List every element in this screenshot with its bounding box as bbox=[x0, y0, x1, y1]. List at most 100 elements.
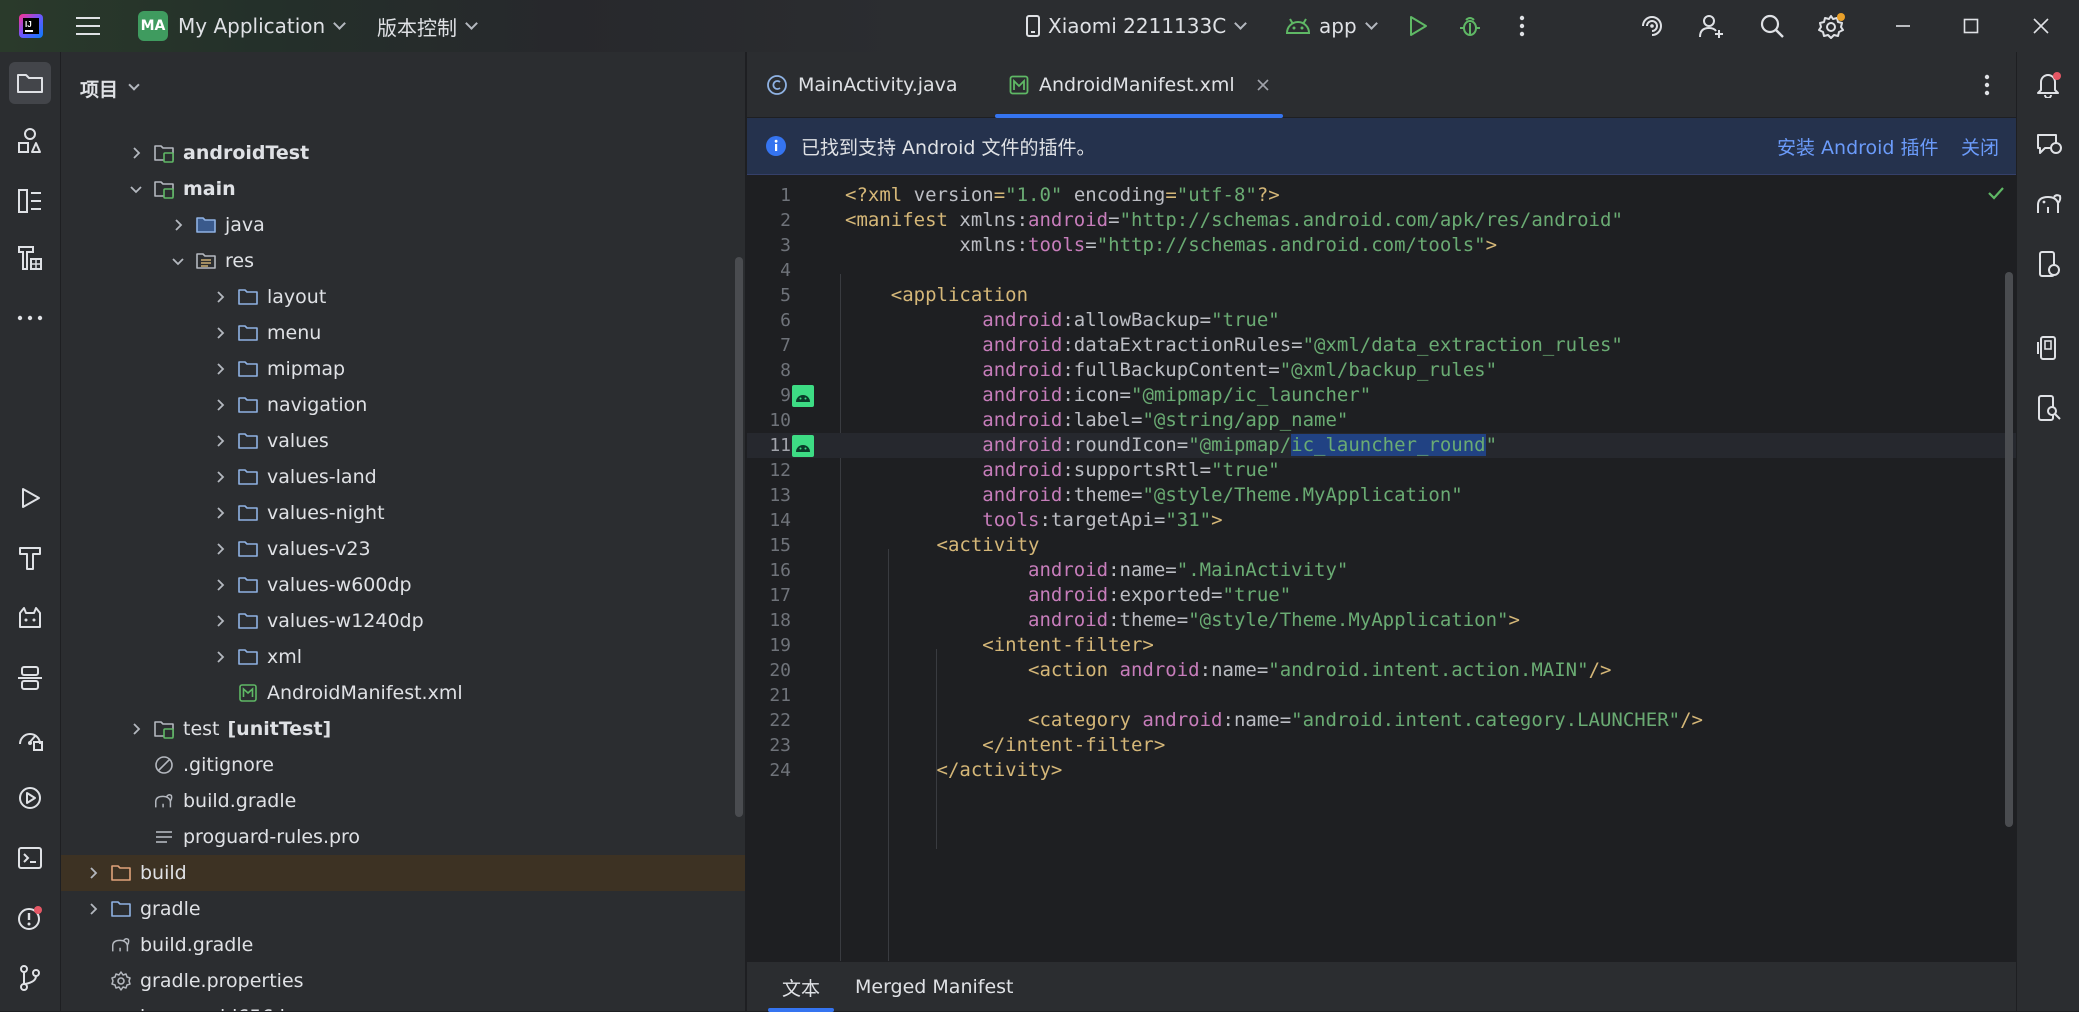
profiler-icon[interactable] bbox=[9, 717, 51, 759]
close-tab-icon[interactable] bbox=[1257, 79, 1269, 91]
tree-item[interactable]: build.gradle bbox=[61, 927, 745, 963]
code-line[interactable]: 5 <application bbox=[747, 283, 2016, 308]
more-actions-icon[interactable] bbox=[1508, 0, 1536, 52]
chevron-right-icon[interactable] bbox=[129, 722, 143, 736]
code-line[interactable]: 17 android:exported="true" bbox=[747, 583, 2016, 608]
device-selector[interactable]: Xiaomi 2211133C bbox=[1026, 0, 1248, 52]
code-line[interactable]: 11 android:roundIcon="@mipmap/ic_launche… bbox=[747, 433, 2016, 458]
gradle-elephant-icon[interactable] bbox=[2028, 183, 2070, 225]
project-selector[interactable]: MA My Application bbox=[138, 0, 347, 52]
code-line[interactable]: 7 android:dataExtractionRules="@xml/data… bbox=[747, 333, 2016, 358]
code-line[interactable]: 10 android:label="@string/app_name" bbox=[747, 408, 2016, 433]
chevron-right-icon[interactable] bbox=[171, 218, 185, 232]
tree-item[interactable]: values-w1240dp bbox=[61, 603, 745, 639]
chevron-right-icon[interactable] bbox=[213, 326, 227, 340]
code-line[interactable]: 24 </activity> bbox=[747, 758, 2016, 783]
no-problems-check-icon[interactable] bbox=[1987, 186, 2005, 200]
code-line[interactable]: 19 <intent-filter> bbox=[747, 633, 2016, 658]
vcs-selector[interactable]: 版本控制 bbox=[377, 0, 478, 52]
tree-item[interactable]: gradle bbox=[61, 891, 745, 927]
tree-item[interactable]: .gitignore bbox=[61, 747, 745, 783]
chevron-down-icon[interactable] bbox=[171, 254, 185, 268]
editor-scrollbar[interactable] bbox=[2005, 272, 2013, 827]
tree-item[interactable]: androidTest bbox=[61, 135, 745, 171]
running-devices-icon[interactable] bbox=[2028, 327, 2070, 369]
code-line[interactable]: 21 bbox=[747, 683, 2016, 708]
search-icon[interactable] bbox=[1756, 0, 1788, 52]
notifications-bell-icon[interactable] bbox=[2028, 63, 2070, 105]
add-user-icon[interactable] bbox=[1696, 0, 1728, 52]
tab-merged-manifest[interactable]: Merged Manifest bbox=[855, 962, 1014, 1012]
tree-item[interactable]: values bbox=[61, 423, 745, 459]
services-icon[interactable] bbox=[9, 777, 51, 819]
gemini-chat-icon[interactable] bbox=[2028, 123, 2070, 165]
tree-item[interactable]: values-w600dp bbox=[61, 567, 745, 603]
tree-item[interactable]: gradle.properties bbox=[61, 963, 745, 999]
code-line[interactable]: 9 android:icon="@mipmap/ic_launcher" bbox=[747, 383, 2016, 408]
project-view-selector[interactable]: 项目 bbox=[61, 52, 745, 124]
chevron-right-icon[interactable] bbox=[213, 614, 227, 628]
run-icon[interactable] bbox=[1402, 0, 1434, 52]
version-control-icon[interactable] bbox=[9, 957, 51, 999]
settings-gear-icon[interactable] bbox=[1815, 0, 1849, 52]
tree-item[interactable]: navigation bbox=[61, 387, 745, 423]
code-line[interactable]: 15 <activity bbox=[747, 533, 2016, 558]
code-line[interactable]: 13 android:theme="@style/Theme.MyApplica… bbox=[747, 483, 2016, 508]
code-line[interactable]: 6 android:allowBackup="true" bbox=[747, 308, 2016, 333]
code-line[interactable]: 16 android:name=".MainActivity" bbox=[747, 558, 2016, 583]
chevron-right-icon[interactable] bbox=[86, 866, 100, 880]
tree-item[interactable]: AndroidManifest.xml bbox=[61, 675, 745, 711]
device-manager-icon[interactable] bbox=[2028, 243, 2070, 285]
tree-item[interactable]: java bbox=[61, 207, 745, 243]
chevron-right-icon[interactable] bbox=[213, 506, 227, 520]
code-line[interactable]: 18 android:theme="@style/Theme.MyApplica… bbox=[747, 608, 2016, 633]
tab-android-manifest[interactable]: AndroidManifest.xml bbox=[995, 52, 1283, 118]
project-scrollbar[interactable] bbox=[735, 257, 743, 817]
more-tools-icon[interactable] bbox=[9, 297, 51, 339]
build-hammer-icon[interactable] bbox=[9, 537, 51, 579]
tree-item[interactable]: values-land bbox=[61, 459, 745, 495]
close-window-icon[interactable] bbox=[2024, 0, 2058, 52]
code-line[interactable]: 4 bbox=[747, 258, 2016, 283]
run-config-selector[interactable]: app bbox=[1285, 0, 1378, 52]
chevron-right-icon[interactable] bbox=[129, 146, 143, 160]
code-line[interactable]: 22 <category android:name="android.inten… bbox=[747, 708, 2016, 733]
tree-item[interactable]: res bbox=[61, 243, 745, 279]
app-inspection-icon[interactable] bbox=[9, 657, 51, 699]
resource-manager-icon[interactable] bbox=[9, 120, 51, 162]
tree-item[interactable]: test [unitTest] bbox=[61, 711, 745, 747]
tree-item[interactable]: xml bbox=[61, 639, 745, 675]
install-plugin-link[interactable]: 安装 Android 插件 bbox=[1777, 133, 1939, 160]
problems-icon[interactable] bbox=[9, 897, 51, 939]
tree-item[interactable]: layout bbox=[61, 279, 745, 315]
chevron-right-icon[interactable] bbox=[86, 902, 100, 916]
tree-item[interactable]: build bbox=[61, 855, 745, 891]
code-line[interactable]: 3 xmlns:tools="http://schemas.android.co… bbox=[747, 233, 2016, 258]
tree-item[interactable]: menu bbox=[61, 315, 745, 351]
tab-main-activity[interactable]: MainActivity.java bbox=[766, 52, 958, 118]
code-line[interactable]: 8 android:fullBackupContent="@xml/backup… bbox=[747, 358, 2016, 383]
device-explorer-icon[interactable] bbox=[2028, 387, 2070, 429]
tree-item[interactable]: mipmap bbox=[61, 351, 745, 387]
chevron-right-icon[interactable] bbox=[213, 578, 227, 592]
chevron-right-icon[interactable] bbox=[213, 434, 227, 448]
build-variants-icon[interactable] bbox=[9, 237, 51, 279]
tree-item[interactable]: build.gradle bbox=[61, 783, 745, 819]
debug-icon[interactable] bbox=[1454, 0, 1486, 52]
code-line[interactable]: 14 tools:targetApi="31"> bbox=[747, 508, 2016, 533]
tree-item[interactable]: hs_err_pid656.log bbox=[61, 999, 745, 1011]
close-banner-link[interactable]: 关闭 bbox=[1961, 133, 1999, 160]
structure-icon[interactable] bbox=[9, 180, 51, 222]
project-tool-folder-icon[interactable] bbox=[9, 62, 51, 104]
code-line[interactable]: 20 <action android:name="android.intent.… bbox=[747, 658, 2016, 683]
chevron-right-icon[interactable] bbox=[213, 650, 227, 664]
launcher-icon-preview[interactable] bbox=[792, 435, 814, 457]
tree-item[interactable]: values-v23 bbox=[61, 531, 745, 567]
tree-item[interactable]: values-night bbox=[61, 495, 745, 531]
terminal-icon[interactable] bbox=[9, 837, 51, 879]
app-logo-icon[interactable]: IJ bbox=[10, 0, 52, 52]
code-line[interactable]: 1 <?xml version="1.0" encoding="utf-8"?> bbox=[747, 183, 2016, 208]
minimize-icon[interactable] bbox=[1886, 0, 1920, 52]
chevron-right-icon[interactable] bbox=[213, 542, 227, 556]
tree-item[interactable]: proguard-rules.pro bbox=[61, 819, 745, 855]
